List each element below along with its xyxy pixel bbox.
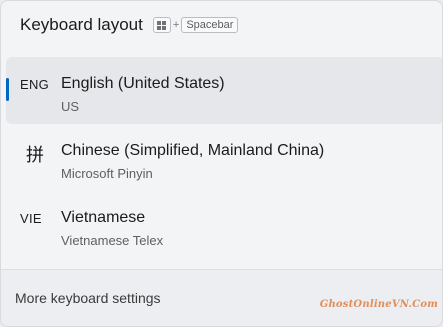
selected-indicator bbox=[6, 78, 9, 101]
shortcut-plus: + bbox=[172, 19, 180, 31]
flyout-header: Keyboard layout + Spacebar bbox=[20, 15, 239, 35]
shortcut-hint: + Spacebar bbox=[152, 17, 239, 33]
layout-item-english[interactable]: ENG English (United States) US bbox=[6, 57, 442, 124]
layout-keyboard: US bbox=[61, 99, 80, 114]
keyboard-layout-flyout: Keyboard layout + Spacebar ENG English (… bbox=[0, 0, 443, 327]
layout-item-vietnamese[interactable]: VIE Vietnamese Vietnamese Telex bbox=[6, 191, 442, 258]
flyout-title: Keyboard layout bbox=[20, 15, 143, 34]
layout-name: Chinese (Simplified, Mainland China) bbox=[61, 142, 325, 159]
watermark-text: GhostOnlineVN.Com bbox=[319, 299, 438, 310]
layout-list: ENG English (United States) US 拼 Chinese… bbox=[6, 57, 442, 258]
windows-logo-icon bbox=[157, 20, 167, 30]
pinyin-glyph-icon: 拼 bbox=[26, 145, 45, 165]
layout-keyboard: Vietnamese Telex bbox=[61, 233, 164, 248]
layout-keyboard: Microsoft Pinyin bbox=[61, 166, 153, 181]
layout-item-chinese[interactable]: 拼 Chinese (Simplified, Mainland China) M… bbox=[6, 124, 442, 191]
layout-code: VIE bbox=[20, 211, 42, 226]
spacebar-key: Spacebar bbox=[181, 17, 239, 33]
layout-name: English (United States) bbox=[61, 75, 225, 92]
flyout-footer: More keyboard settings GhostOnlineVN.Com bbox=[1, 270, 442, 326]
layout-name: Vietnamese bbox=[61, 209, 146, 226]
windows-key-icon bbox=[152, 17, 171, 33]
layout-code: ENG bbox=[20, 77, 50, 92]
more-keyboard-settings-link[interactable]: More keyboard settings bbox=[15, 290, 161, 306]
